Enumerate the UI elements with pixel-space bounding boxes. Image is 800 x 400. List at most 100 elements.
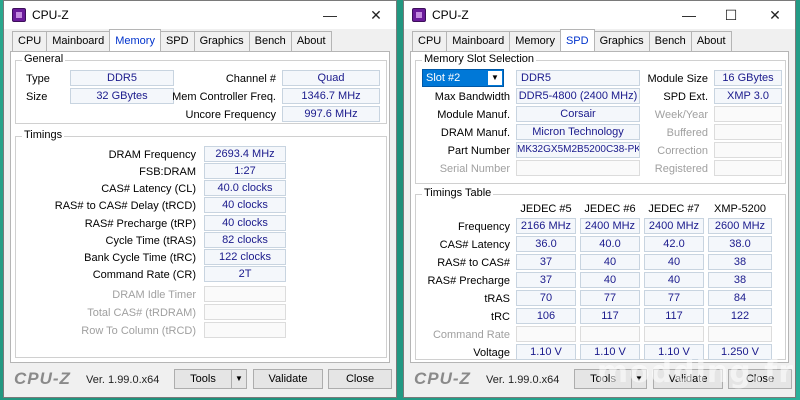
tab-mainboard[interactable]: Mainboard bbox=[446, 31, 511, 51]
cpuz-app-icon bbox=[412, 8, 426, 22]
tab-bench[interactable]: Bench bbox=[248, 31, 292, 51]
tab-mainboard[interactable]: Mainboard bbox=[46, 31, 111, 51]
cr-xmp bbox=[708, 326, 772, 342]
tab-bench[interactable]: Bench bbox=[648, 31, 692, 51]
tab-about[interactable]: About bbox=[290, 31, 332, 51]
cas-jedec7: 42.0 bbox=[644, 236, 704, 252]
bottom-bar: CPU-Z Ver. 1.99.0.x64 Tools ▼ Validate C… bbox=[4, 363, 396, 397]
cas-jedec5: 36.0 bbox=[516, 236, 576, 252]
tab-cpu[interactable]: CPU bbox=[12, 31, 48, 51]
timings-group: Timings DRAM Frequency 2693.4 MHz FSB:DR… bbox=[15, 129, 387, 358]
dram-frequency-value: 2693.4 MHz bbox=[204, 146, 286, 162]
cr-jedec7 bbox=[644, 326, 704, 342]
registered-label: Registered bbox=[654, 163, 708, 175]
voltage-jedec5: 1.10 V bbox=[516, 344, 576, 360]
timings-legend: Timings bbox=[22, 129, 65, 141]
frequency-jedec5: 2166 MHz bbox=[516, 218, 576, 234]
serial-number-value bbox=[516, 160, 640, 176]
trc-jedec5: 106 bbox=[516, 308, 576, 324]
spd-ext-value: XMP 3.0 bbox=[714, 88, 782, 104]
module-manuf-label: Module Manuf. bbox=[437, 109, 510, 121]
max-bandwidth-value: DDR5-4800 (2400 MHz) bbox=[516, 88, 640, 104]
tools-button[interactable]: Tools bbox=[174, 369, 232, 389]
maximize-icon[interactable]: ☐ bbox=[711, 1, 751, 29]
trc-value: 122 clocks bbox=[204, 249, 286, 265]
module-size-value: 16 GBytes bbox=[714, 70, 782, 86]
col-jedec-7: JEDEC #7 bbox=[648, 203, 700, 215]
rcd-jedec6: 40 bbox=[580, 254, 640, 270]
trcd-label: RAS# to CAS# Delay (tRCD) bbox=[54, 200, 196, 212]
cpuz-app-icon bbox=[12, 8, 26, 22]
week-year-label: Week/Year bbox=[654, 109, 708, 121]
trp-label: RAS# Precharge (tRP) bbox=[84, 218, 196, 230]
module-size-label: Module Size bbox=[647, 73, 708, 85]
max-bandwidth-label: Max Bandwidth bbox=[434, 91, 510, 103]
cr-jedec6 bbox=[580, 326, 640, 342]
type-value: DDR5 bbox=[70, 70, 174, 86]
tras-jedec5: 70 bbox=[516, 290, 576, 306]
cpuz-brand-logo: CPU-Z bbox=[414, 369, 471, 388]
frequency-jedec7: 2400 MHz bbox=[644, 218, 704, 234]
slot-select-value: Slot #2 bbox=[426, 72, 461, 84]
tab-bar: CPU Mainboard Memory SPD Graphics Bench … bbox=[412, 29, 732, 51]
validate-button[interactable]: Validate bbox=[253, 369, 323, 389]
rp-xmp: 38 bbox=[708, 272, 772, 288]
close-icon[interactable]: ✕ bbox=[356, 1, 396, 29]
correction-value bbox=[714, 142, 782, 158]
row-to-column-label: Row To Column (tRCD) bbox=[81, 325, 196, 337]
dram-manuf-label: DRAM Manuf. bbox=[440, 127, 510, 139]
tras-label: tRAS bbox=[484, 293, 510, 305]
total-cas-value bbox=[204, 304, 286, 320]
tab-cpu[interactable]: CPU bbox=[412, 31, 448, 51]
minimize-icon[interactable]: — bbox=[310, 1, 350, 29]
uncore-value: 997.6 MHz bbox=[282, 106, 380, 122]
frequency-jedec6: 2400 MHz bbox=[580, 218, 640, 234]
tras-value: 82 clocks bbox=[204, 232, 286, 248]
tab-memory[interactable]: Memory bbox=[509, 31, 561, 51]
title-bar[interactable]: CPU-Z — ✕ bbox=[4, 1, 396, 29]
spd-panel: Memory Slot Selection Slot #2 ▼ DDR5 Mod… bbox=[410, 51, 789, 363]
cas-latency-label: CAS# Latency bbox=[439, 239, 510, 251]
serial-number-label: Serial Number bbox=[439, 163, 510, 175]
close-icon[interactable]: ✕ bbox=[755, 1, 795, 29]
size-label: Size bbox=[26, 91, 48, 103]
tab-spd[interactable]: SPD bbox=[559, 29, 595, 51]
tab-graphics[interactable]: Graphics bbox=[193, 31, 250, 51]
part-number-label: Part Number bbox=[447, 145, 510, 157]
trc-xmp: 122 bbox=[708, 308, 772, 324]
version-text: Ver. 1.99.0.x64 bbox=[486, 374, 560, 386]
channel-label: Channel # bbox=[225, 73, 276, 85]
window-title: CPU-Z bbox=[32, 8, 69, 22]
minimize-icon[interactable]: — bbox=[669, 1, 709, 29]
command-rate-value: 2T bbox=[204, 266, 286, 282]
col-jedec-5: JEDEC #5 bbox=[520, 203, 572, 215]
row-to-column-value bbox=[204, 322, 286, 338]
timings-table-group: Timings Table JEDEC #5 JEDEC #6 JEDEC #7… bbox=[415, 187, 786, 360]
dram-idle-timer-value bbox=[204, 286, 286, 302]
cpuz-window-spd: CPU-Z — ☐ ✕ CPU Mainboard Memory SPD Gra… bbox=[403, 0, 796, 398]
chevron-down-icon[interactable]: ▼ bbox=[488, 71, 502, 85]
general-legend: General bbox=[22, 53, 66, 65]
voltage-label: Voltage bbox=[473, 347, 510, 359]
tab-about[interactable]: About bbox=[690, 31, 732, 51]
title-bar[interactable]: CPU-Z — ☐ ✕ bbox=[404, 1, 795, 29]
rp-jedec5: 37 bbox=[516, 272, 576, 288]
col-jedec-6: JEDEC #6 bbox=[584, 203, 636, 215]
correction-label: Correction bbox=[657, 145, 708, 157]
tools-dropdown-icon[interactable]: ▼ bbox=[231, 369, 247, 389]
dram-frequency-label: DRAM Frequency bbox=[108, 149, 196, 161]
cas-latency-label: CAS# Latency (CL) bbox=[101, 183, 196, 195]
cr-jedec5 bbox=[516, 326, 576, 342]
slot-selection-group: Memory Slot Selection Slot #2 ▼ DDR5 Mod… bbox=[415, 53, 786, 184]
tab-spd[interactable]: SPD bbox=[159, 31, 195, 51]
cas-xmp: 38.0 bbox=[708, 236, 772, 252]
rp-jedec7: 40 bbox=[644, 272, 704, 288]
general-group: General Type DDR5 Size 32 GBytes Channel… bbox=[15, 53, 387, 124]
tras-xmp: 84 bbox=[708, 290, 772, 306]
watermark-text: modding.fr bbox=[596, 355, 794, 390]
close-button[interactable]: Close bbox=[328, 369, 392, 389]
slot-select[interactable]: Slot #2 ▼ bbox=[422, 69, 504, 87]
tab-memory[interactable]: Memory bbox=[109, 29, 161, 51]
tab-graphics[interactable]: Graphics bbox=[593, 31, 650, 51]
slot-selection-legend: Memory Slot Selection bbox=[422, 53, 537, 65]
